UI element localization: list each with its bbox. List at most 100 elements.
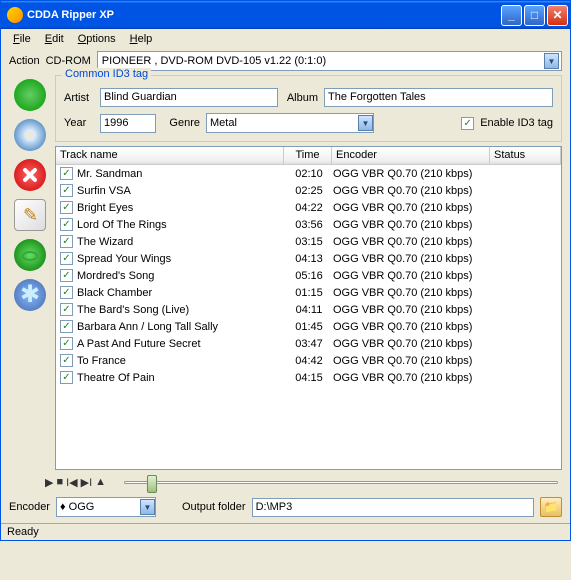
settings-icon[interactable] bbox=[14, 279, 46, 311]
track-checkbox[interactable]: ✓ bbox=[60, 337, 73, 350]
col-encoder[interactable]: Encoder bbox=[332, 147, 490, 164]
genre-label: Genre bbox=[162, 117, 200, 129]
eject-button[interactable]: ▲ bbox=[95, 476, 106, 489]
track-checkbox[interactable]: ✓ bbox=[60, 320, 73, 333]
table-row[interactable]: ✓Lord Of The Rings03:56OGG VBR Q0.70 (21… bbox=[56, 216, 561, 233]
track-encoder: OGG VBR Q0.70 (210 kbps) bbox=[333, 236, 491, 248]
track-list: Track name Time Encoder Status ✓ Mr. Sand… bbox=[55, 146, 562, 470]
menu-edit[interactable]: Edit bbox=[39, 31, 70, 47]
track-time: 03:47 bbox=[285, 338, 333, 350]
track-name: Mr. Sandman bbox=[77, 168, 285, 180]
globe-icon[interactable] bbox=[14, 239, 46, 271]
artist-label: Artist bbox=[64, 92, 94, 104]
col-time[interactable]: Time bbox=[284, 147, 332, 164]
output-folder-input[interactable]: D:\MP3 bbox=[252, 498, 534, 517]
disc-icon[interactable] bbox=[14, 119, 46, 151]
playback-controls: ▶ ■ I◀ ▶I ▲ bbox=[1, 470, 570, 495]
col-trackname[interactable]: Track name bbox=[56, 147, 284, 164]
track-time: 02:10 bbox=[285, 168, 333, 180]
track-rows: ✓ Mr. Sandman02:10 OGG VBR Q0.70 (210 kbps… bbox=[56, 165, 561, 386]
table-row[interactable]: ✓Surfin VSA02:25OGG VBR Q0.70 (210 kbps) bbox=[56, 182, 561, 199]
col-status[interactable]: Status bbox=[490, 147, 561, 164]
table-row[interactable]: ✓Spread Your Wings04:13OGG VBR Q0.70 (21… bbox=[56, 250, 561, 267]
track-time: 05:16 bbox=[285, 270, 333, 282]
menu-bar: File Edit Options Help bbox=[1, 29, 570, 49]
table-row[interactable]: ✓Bright Eyes04:22OGG VBR Q0.70 (210 kbps… bbox=[56, 199, 561, 216]
prev-button[interactable]: I◀ bbox=[66, 476, 78, 489]
genre-select[interactable]: Metal ▼ bbox=[206, 113, 374, 133]
genre-dropdown-icon[interactable]: ▼ bbox=[358, 115, 373, 131]
track-name: Black Chamber bbox=[77, 287, 285, 299]
table-row[interactable]: ✓ Mordred's Song05:16OGG VBR Q0.70 (210 k… bbox=[56, 267, 561, 284]
track-checkbox[interactable]: ✓ bbox=[60, 286, 73, 299]
encoder-dropdown-icon[interactable]: ▼ bbox=[140, 499, 155, 515]
album-input[interactable]: The Forgotten Tales bbox=[324, 88, 553, 107]
table-row[interactable]: ✓To France04:42OGG VBR Q0.70 (210 kbps) bbox=[56, 352, 561, 369]
table-row[interactable]: ✓ The Bard's Song (Live)04:11OGG VBR Q0.7… bbox=[56, 301, 561, 318]
track-checkbox[interactable]: ✓ bbox=[60, 201, 73, 214]
artist-input[interactable]: Blind Guardian bbox=[100, 88, 278, 107]
table-row[interactable]: ✓Barbara Ann / Long Tall Sally01:45OGG V… bbox=[56, 318, 561, 335]
genre-value: Metal bbox=[207, 117, 358, 129]
cdrom-select[interactable]: PIONEER , DVD-ROM DVD-105 v1.22 (0:1:0) … bbox=[97, 51, 562, 71]
id3-groupbox: Common ID3 tag Artist Blind Guardian Alb… bbox=[55, 75, 562, 142]
track-checkbox[interactable]: ✓ bbox=[60, 235, 73, 248]
track-time: 04:11 bbox=[285, 304, 333, 316]
window-title: CDDA Ripper XP bbox=[27, 9, 499, 21]
table-row[interactable]: ✓A Past And Future Secret03:47OGG VBR Q0… bbox=[56, 335, 561, 352]
minimize-button[interactable]: _ bbox=[501, 5, 522, 26]
menu-file[interactable]: File bbox=[7, 31, 37, 47]
track-time: 04:13 bbox=[285, 253, 333, 265]
titlebar[interactable]: CDDA Ripper XP _ □ ✕ bbox=[1, 1, 570, 29]
table-row[interactable]: ✓Black Chamber01:15OGG VBR Q0.70 (210 kb… bbox=[56, 284, 561, 301]
track-encoder: OGG VBR Q0.70 (210 kbps) bbox=[333, 304, 491, 316]
cancel-icon[interactable] bbox=[14, 159, 46, 191]
stop-button[interactable]: ■ bbox=[56, 476, 63, 489]
menu-help[interactable]: Help bbox=[124, 31, 159, 47]
status-bar: Ready bbox=[1, 523, 570, 540]
track-encoder: OGG VBR Q0.70 (210 kbps) bbox=[333, 355, 491, 367]
enable-id3-checkbox[interactable]: ✓ bbox=[461, 117, 474, 130]
track-name: Surfin VSA bbox=[77, 185, 285, 197]
app-icon bbox=[7, 7, 23, 23]
enable-id3-label: Enable ID3 tag bbox=[480, 117, 553, 129]
track-name: Theatre Of Pain bbox=[77, 372, 285, 384]
track-checkbox[interactable]: ✓ bbox=[60, 371, 73, 384]
next-button[interactable]: ▶I bbox=[81, 476, 93, 489]
track-name: Lord Of The Rings bbox=[77, 219, 285, 231]
track-encoder: OGG VBR Q0.70 (210 kbps) bbox=[333, 270, 491, 282]
seek-thumb[interactable] bbox=[147, 475, 157, 493]
track-name: The Bard's Song (Live) bbox=[77, 304, 285, 316]
table-row[interactable]: ✓The Wizard03:15OGG VBR Q0.70 (210 kbps) bbox=[56, 233, 561, 250]
track-checkbox[interactable]: ✓ bbox=[60, 184, 73, 197]
track-time: 04:22 bbox=[285, 202, 333, 214]
year-input[interactable]: 1996 bbox=[100, 114, 156, 133]
track-checkbox[interactable]: ✓ bbox=[60, 167, 73, 180]
close-button[interactable]: ✕ bbox=[547, 5, 568, 26]
id3-legend: Common ID3 tag bbox=[62, 68, 151, 80]
play-button[interactable]: ▶ bbox=[45, 476, 53, 489]
app-window: CDDA Ripper XP _ □ ✕ File Edit Options H… bbox=[0, 0, 571, 541]
track-checkbox[interactable]: ✓ bbox=[60, 252, 73, 265]
cdrom-label: CD-ROM bbox=[46, 55, 91, 67]
track-checkbox[interactable]: ✓ bbox=[60, 218, 73, 231]
track-header: Track name Time Encoder Status bbox=[56, 147, 561, 165]
track-time: 03:56 bbox=[285, 219, 333, 231]
table-row[interactable]: ✓Mr. Sandman02:10OGG VBR Q0.70 (210 kbps… bbox=[56, 165, 561, 182]
track-checkbox[interactable]: ✓ bbox=[60, 269, 73, 282]
table-row[interactable]: ✓Theatre Of Pain04:15OGG VBR Q0.70 (210 … bbox=[56, 369, 561, 386]
recycle-icon[interactable] bbox=[14, 79, 46, 111]
track-time: 03:15 bbox=[285, 236, 333, 248]
menu-options[interactable]: Options bbox=[72, 31, 122, 47]
track-name: Mordred's Song bbox=[77, 270, 285, 282]
edit-icon[interactable] bbox=[14, 199, 46, 231]
track-checkbox[interactable]: ✓ bbox=[60, 303, 73, 316]
browse-folder-button[interactable]: 📁 bbox=[540, 497, 562, 517]
track-checkbox[interactable]: ✓ bbox=[60, 354, 73, 367]
encoder-select[interactable]: ♦ OGG ▼ bbox=[56, 497, 156, 517]
track-encoder: OGG VBR Q0.70 (210 kbps) bbox=[333, 321, 491, 333]
seek-slider[interactable] bbox=[124, 481, 558, 484]
maximize-button[interactable]: □ bbox=[524, 5, 545, 26]
action-label: Action bbox=[9, 55, 40, 67]
cdrom-dropdown-icon[interactable]: ▼ bbox=[544, 53, 559, 69]
